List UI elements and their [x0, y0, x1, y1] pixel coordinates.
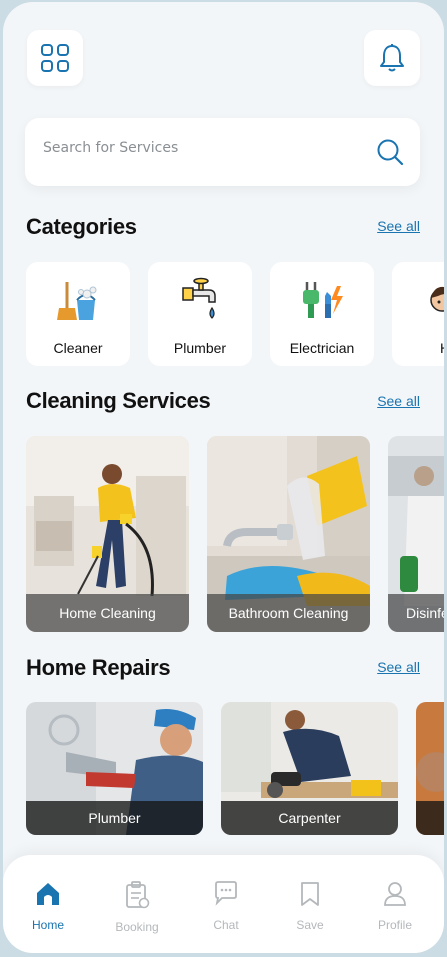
nav-label: Booking [115, 920, 159, 934]
plug-icon [303, 282, 343, 318]
repair-card-more[interactable] [416, 702, 444, 835]
home-repairs-row: Plumber Carpenter [26, 702, 444, 835]
repair-label [416, 801, 444, 835]
nav-label: Home [31, 918, 64, 932]
nav-label: Chat [213, 918, 239, 932]
nav-profile[interactable]: Profile [360, 881, 430, 932]
category-label: Hair [392, 340, 444, 356]
cleaning-services-row: Home Cleaning Bathroom Cleaning Disinf [26, 436, 444, 632]
search-input[interactable] [43, 140, 343, 156]
service-card-home-cleaning[interactable]: Home Cleaning [26, 436, 189, 632]
faucet-icon [182, 277, 216, 319]
category-label: Electrician [289, 340, 355, 356]
repair-label: Carpenter [221, 801, 398, 835]
bookmark-icon [301, 882, 319, 906]
top-bar [27, 30, 420, 88]
person-icon [430, 286, 444, 312]
service-label: Disinfe [388, 594, 444, 632]
nav-chat[interactable]: Chat [191, 881, 261, 932]
repair-card-carpenter[interactable]: Carpenter [221, 702, 398, 835]
category-label: Cleaner [53, 340, 103, 356]
menu-button[interactable] [27, 30, 83, 86]
nav-home[interactable]: Home [13, 881, 83, 932]
nav-save[interactable]: Save [275, 881, 345, 932]
search-bar [25, 118, 420, 186]
cleaning-services-title: Cleaning Services [26, 388, 211, 413]
category-label: Plumber [173, 340, 227, 356]
service-card-disinfection[interactable]: Disinfe [388, 436, 444, 632]
service-label: Home Cleaning [26, 594, 189, 632]
nav-label: Profile [377, 918, 412, 932]
categories-see-all-link[interactable]: See all [377, 218, 420, 234]
repairs-see-all-link[interactable]: See all [377, 659, 420, 675]
clipboard-icon [126, 881, 150, 909]
bell-icon [380, 44, 404, 72]
repair-card-plumber[interactable]: Plumber [26, 702, 203, 835]
app-screen: Categories See all Cleaner [3, 2, 444, 953]
chat-icon [215, 881, 237, 906]
categories-row: Cleaner Plumber Electrician [26, 262, 444, 366]
repair-label: Plumber [26, 801, 203, 835]
categories-title: Categories [26, 214, 137, 239]
category-card-hair[interactable]: Hair [392, 262, 444, 366]
broom-bucket-icon [57, 282, 97, 320]
user-icon [384, 882, 406, 906]
nav-booking[interactable]: Booking [102, 881, 172, 934]
bottom-navigation: Home Booking Chat Save Profile [3, 855, 444, 953]
home-icon [37, 883, 59, 905]
grid-icon [41, 44, 69, 72]
category-card-cleaner[interactable]: Cleaner [26, 262, 130, 366]
nav-label: Save [296, 918, 324, 932]
service-card-bathroom-cleaning[interactable]: Bathroom Cleaning [207, 436, 370, 632]
category-card-electrician[interactable]: Electrician [270, 262, 374, 366]
service-label: Bathroom Cleaning [207, 594, 370, 632]
home-repairs-title: Home Repairs [26, 655, 171, 680]
search-icon[interactable] [376, 138, 404, 166]
cleaning-see-all-link[interactable]: See all [377, 393, 420, 409]
notification-button[interactable] [364, 30, 420, 86]
category-card-plumber[interactable]: Plumber [148, 262, 252, 366]
